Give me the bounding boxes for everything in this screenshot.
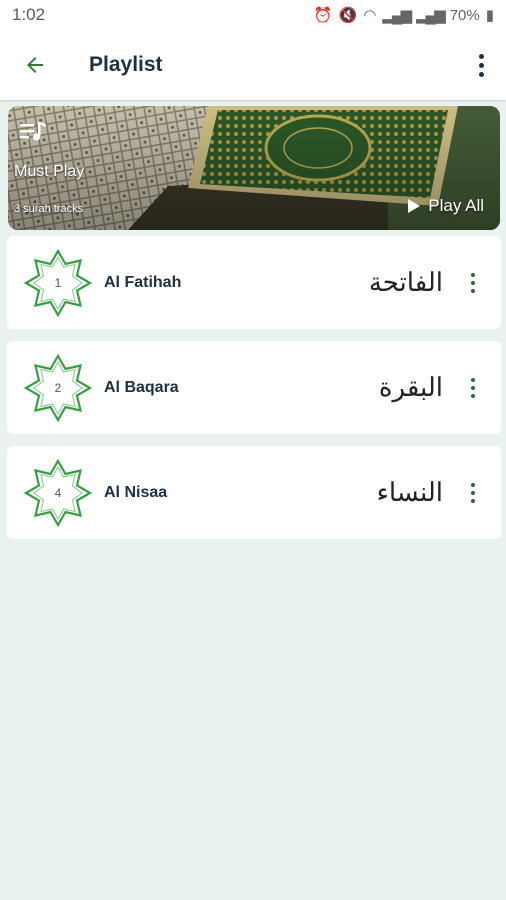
surah-name: Al Baqara (104, 378, 179, 396)
play-all-label: Play All (428, 196, 484, 215)
more-vert-icon (471, 272, 475, 293)
list-item[interactable]: 1 Al Fatihah الفاتحة (7, 236, 501, 329)
surah-options-button[interactable] (463, 341, 483, 434)
status-icons: ⏰ 🔇 ◠ ▂▄▆ ▂▄▆ 70% ▮ (313, 6, 494, 25)
surah-name: Al Fatihah (104, 273, 182, 291)
list-item[interactable]: 4 Al Nisaa النساء (7, 446, 501, 539)
list-item[interactable]: 2 Al Baqara البقرة (7, 341, 501, 434)
more-vert-icon (478, 53, 484, 77)
back-button[interactable] (0, 30, 70, 100)
signal-icon: ▂▄▆ (382, 7, 412, 24)
play-icon (408, 199, 421, 213)
alarm-icon: ⏰ (313, 7, 333, 24)
page-title: Playlist (89, 53, 163, 76)
playlist-music-icon (20, 122, 46, 141)
more-vert-icon (471, 377, 475, 398)
playlist-banner[interactable]: Must Play 3 surah tracks Play All (8, 106, 500, 230)
surah-name: Al Nisaa (104, 483, 168, 501)
app-bar: Playlist (0, 30, 506, 100)
mute-icon: 🔇 (338, 7, 358, 24)
battery-icon: ▮ (485, 7, 494, 24)
play-all-button[interactable]: Play All (408, 196, 484, 216)
status-bar: 1:02 ⏰ 🔇 ◠ ▂▄▆ ▂▄▆ 70% ▮ (0, 0, 506, 30)
surah-arabic-name: الفاتحة (368, 267, 443, 298)
signal-icon-2: ▂▄▆ (416, 7, 446, 24)
surah-number: 2 (54, 381, 62, 395)
surah-arabic-name: النساء (376, 477, 443, 508)
wifi-icon: ◠ (363, 7, 377, 24)
surah-options-button[interactable] (463, 446, 483, 539)
status-time: 1:02 (12, 5, 46, 24)
more-vert-icon (471, 482, 475, 503)
surah-list: 1 Al Fatihah الفاتحة 2 Al Baqara البقرة … (7, 236, 501, 551)
surah-arabic-name: البقرة (378, 372, 443, 403)
playlist-name: Must Play (14, 163, 85, 180)
surah-options-button[interactable] (463, 236, 483, 329)
surah-number: 1 (54, 276, 62, 290)
overflow-menu-button[interactable] (456, 30, 506, 100)
battery-percentage: 70% (449, 6, 480, 24)
arrow-left-icon (27, 57, 43, 73)
surah-number: 4 (54, 486, 62, 500)
playlist-track-count: 3 surah tracks (14, 203, 84, 215)
